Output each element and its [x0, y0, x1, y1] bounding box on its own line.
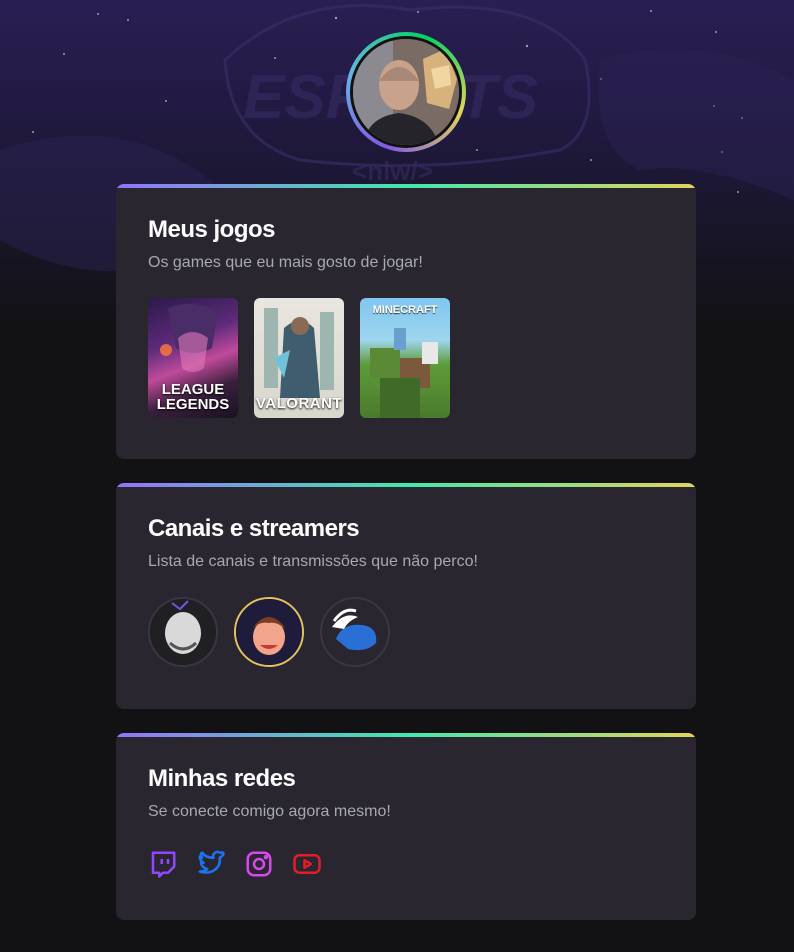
- winged-logo-icon[interactable]: [320, 597, 390, 667]
- games-title: Meus jogos: [148, 216, 276, 243]
- socials-card: Minhas redes Se conecte comigo agora mes…: [116, 733, 696, 920]
- streamers-title: Canais e streamers: [148, 515, 360, 542]
- lol-logo-line1: LEAGUE: [161, 381, 225, 398]
- minecraft-logo: MINECRAFT: [372, 304, 438, 316]
- socials-list: [148, 849, 664, 879]
- game-minecraft[interactable]: MINECRAFT: [360, 298, 450, 418]
- streamers-subtitle: Lista de canais e transmissões que não p…: [148, 553, 478, 570]
- valorant-logo: VALORANT: [255, 395, 343, 412]
- socials-subtitle: Se conecte comigo agora mesmo!: [148, 803, 391, 820]
- twitch-icon[interactable]: [148, 849, 178, 879]
- profile-photo: [353, 39, 459, 145]
- socials-title: Minhas redes: [148, 765, 296, 792]
- svg-text:<nlw/>: <nlw/>: [352, 156, 433, 186]
- streamer-avatar-2[interactable]: [234, 597, 304, 667]
- youtube-icon[interactable]: [292, 849, 322, 879]
- games-subtitle: Os games que eu mais gosto de jogar!: [148, 254, 423, 271]
- streamers-card: Canais e streamers Lista de canais e tra…: [116, 483, 696, 709]
- twitter-icon[interactable]: [196, 849, 226, 879]
- games-list: LEAGUE LEGENDS VALORANT MINECRAFT: [148, 298, 664, 418]
- games-card: Meus jogos Os games que eu mais gosto de…: [116, 184, 696, 459]
- instagram-icon[interactable]: [244, 849, 274, 879]
- game-league-of-legends[interactable]: LEAGUE LEGENDS: [148, 298, 238, 418]
- profile-avatar: [346, 32, 466, 152]
- streamers-list: [148, 597, 664, 667]
- lol-logo-line2: LEGENDS: [156, 396, 230, 413]
- page: ESPORTS <nlw/> Meus jogos: [0, 0, 794, 952]
- game-valorant[interactable]: VALORANT: [254, 298, 344, 418]
- streamer-avatar-1[interactable]: [148, 597, 218, 667]
